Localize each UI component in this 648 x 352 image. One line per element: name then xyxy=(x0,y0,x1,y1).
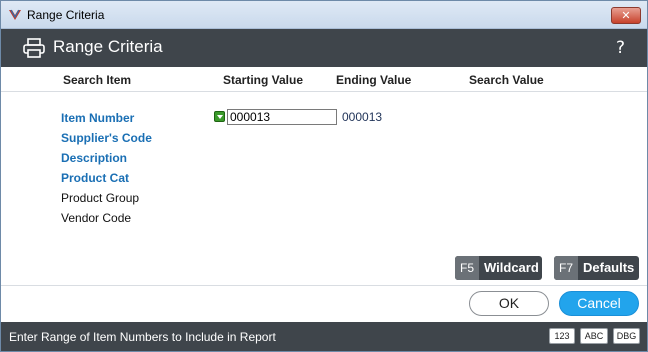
mode-badge-debug[interactable]: DBG xyxy=(613,328,640,344)
column-header-search-value: Search Value xyxy=(469,73,544,87)
status-message: Enter Range of Item Numbers to Include i… xyxy=(9,330,276,344)
header-bar: Range Criteria ? xyxy=(1,29,647,67)
wildcard-label: Wildcard xyxy=(484,260,539,275)
ending-value: 000013 xyxy=(342,110,383,124)
column-header-search-item: Search Item xyxy=(63,73,132,87)
cancel-button[interactable]: Cancel xyxy=(559,291,639,316)
wildcard-key: F5 xyxy=(455,256,479,280)
button-divider xyxy=(1,285,647,286)
range-criteria-window: Range Criteria ✕ Range Criteria ? Search… xyxy=(0,0,648,352)
window-title: Range Criteria xyxy=(27,8,105,22)
ok-button[interactable]: OK xyxy=(469,291,549,316)
column-header-starting-value: Starting Value xyxy=(223,73,304,87)
printer-icon[interactable] xyxy=(23,38,45,58)
close-button[interactable]: ✕ xyxy=(611,7,641,24)
mode-badge-numeric[interactable]: 123 xyxy=(549,328,575,344)
defaults-label: Defaults xyxy=(583,260,635,275)
help-icon[interactable]: ? xyxy=(616,38,625,58)
range-dropdown-icon[interactable] xyxy=(214,111,225,122)
item-product-group[interactable]: Product Group xyxy=(61,191,139,205)
mode-badge-alpha[interactable]: ABC xyxy=(580,328,608,344)
page-title: Range Criteria xyxy=(53,37,163,56)
column-header-ending-value: Ending Value xyxy=(336,73,412,87)
item-item-number[interactable]: Item Number xyxy=(61,111,134,125)
starting-value-input[interactable] xyxy=(227,109,337,125)
defaults-button[interactable]: F7 Defaults xyxy=(554,256,639,280)
wildcard-button[interactable]: F5 Wildcard xyxy=(455,256,542,280)
status-bar: Enter Range of Item Numbers to Include i… xyxy=(1,322,647,351)
item-vendor-code[interactable]: Vendor Code xyxy=(61,211,131,225)
item-description[interactable]: Description xyxy=(61,151,127,165)
item-product-cat[interactable]: Product Cat xyxy=(61,171,129,185)
defaults-key: F7 xyxy=(554,256,578,280)
title-bar: Range Criteria ✕ xyxy=(1,1,647,29)
item-suppliers-code[interactable]: Supplier's Code xyxy=(61,131,152,145)
header-divider xyxy=(1,91,647,92)
app-logo-icon xyxy=(9,9,21,20)
